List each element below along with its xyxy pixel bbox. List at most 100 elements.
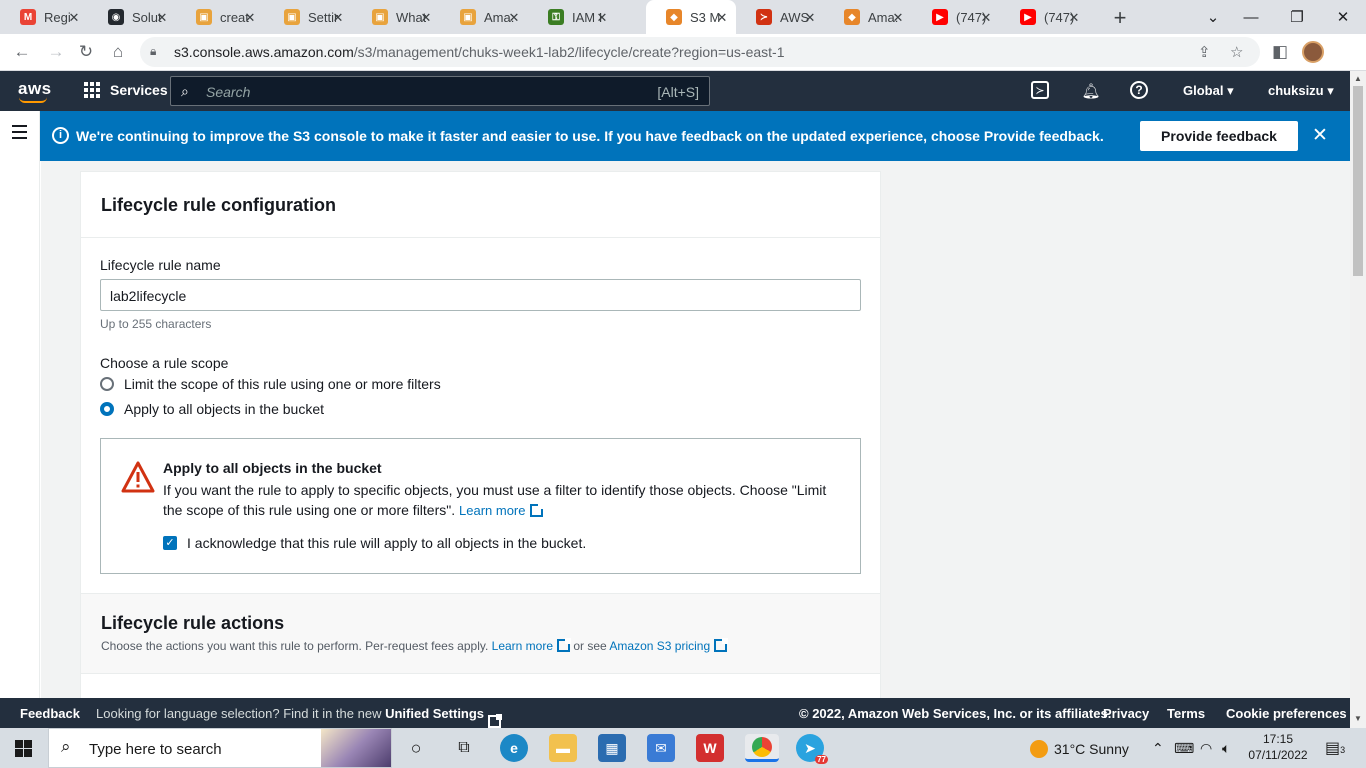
volume-icon[interactable]: 🔈︎ <box>1222 740 1230 757</box>
close-tab-icon[interactable]: ✕ <box>714 10 730 26</box>
cookie-preferences-link[interactable]: Cookie preferences <box>1226 706 1347 721</box>
acknowledge-checkbox[interactable]: ✓ <box>163 536 177 550</box>
weather-widget[interactable]: 31°C Sunny <box>1030 740 1129 758</box>
page-scrollbar[interactable]: ▲ ▼ <box>1350 71 1366 728</box>
home-icon[interactable]: ⌂ <box>106 40 130 64</box>
youtube-icon: ▶ <box>932 9 948 25</box>
browser-tab[interactable]: ▶ (747) ✕ <box>912 0 1000 34</box>
actions-learn-more-link[interactable]: Learn more <box>492 638 572 653</box>
system-clock[interactable]: 17:15 07/11/2022 <box>1246 731 1310 763</box>
close-tab-icon[interactable]: ✕ <box>66 10 82 26</box>
lifecycle-rule-actions-panel: Lifecycle rule actions Choose the action… <box>80 593 881 698</box>
wifi-icon[interactable]: ◠ <box>1200 740 1212 757</box>
browser-tab[interactable]: ▶ (747) ✕ <box>1000 0 1088 34</box>
mail-icon[interactable]: ✉ <box>647 734 675 762</box>
services-menu[interactable]: Services <box>84 82 168 98</box>
browser-tab[interactable]: ◉ Solut ✕ <box>88 0 176 34</box>
wps-office-icon[interactable]: W <box>696 734 724 762</box>
region-menu[interactable]: Global ▾ <box>1183 83 1234 99</box>
close-tab-icon[interactable]: ✕ <box>330 10 346 26</box>
search-icon: ⌕ <box>61 737 71 756</box>
unified-settings-link[interactable]: Unified Settings <box>385 706 484 721</box>
browser-tab[interactable]: ▣ Settir ✕ <box>264 0 352 34</box>
panel-title: Lifecycle rule configuration <box>101 195 337 215</box>
task-view-icon[interactable]: ⧉ <box>450 734 478 762</box>
console-footer: Feedback Looking for language selection?… <box>0 698 1350 728</box>
s3-pricing-link[interactable]: Amazon S3 pricing <box>609 638 729 653</box>
file-explorer-icon[interactable]: ▬ <box>549 734 577 762</box>
notification-center-icon[interactable]: ▤3 <box>1325 738 1345 758</box>
panel-header: Lifecycle rule configuration <box>81 172 880 238</box>
forward-icon[interactable]: → <box>44 40 68 64</box>
browser-tab[interactable]: ◆ Ama: ✕ <box>824 0 912 34</box>
new-tab-icon[interactable]: + <box>1110 5 1130 31</box>
alert-body: If you want the rule to apply to specifi… <box>163 480 843 521</box>
alert-learn-more-link[interactable]: Learn more <box>459 503 544 518</box>
scope-all-label[interactable]: Apply to all objects in the bucket <box>124 401 324 417</box>
sidepanel-icon[interactable]: ◧ <box>1268 40 1292 64</box>
browser-tab[interactable]: ≻ AWS ✕ <box>736 0 824 34</box>
address-bar[interactable]: 🔒︎ s3.console.aws.amazon.com/s3/manageme… <box>140 37 1260 67</box>
scrollbar-thumb[interactable] <box>1353 86 1363 276</box>
scroll-down-icon[interactable]: ▼ <box>1354 714 1362 723</box>
browser-tab[interactable]: ⚿ IAM I ✕ <box>528 0 616 34</box>
copyright: © 2022, Amazon Web Services, Inc. or its… <box>799 706 1112 721</box>
scope-filter-label[interactable]: Limit the scope of this rule using one o… <box>124 376 441 392</box>
browser-tab[interactable]: ▣ creat ✕ <box>176 0 264 34</box>
aws-logo[interactable]: aws <box>18 79 52 103</box>
reload-icon[interactable]: ↻ <box>74 40 98 64</box>
cortana-icon[interactable]: ○ <box>402 734 430 762</box>
browser-tab[interactable]: M Regi ✕ <box>0 0 88 34</box>
browser-tab[interactable]: ▣ Ama: ✕ <box>440 0 528 34</box>
footer-feedback-link[interactable]: Feedback <box>20 706 80 721</box>
close-tab-icon[interactable]: ✕ <box>242 10 258 26</box>
lifecycle-rule-configuration-panel: Lifecycle rule configuration Lifecycle r… <box>80 171 881 601</box>
search-input[interactable]: ⌕ Search [Alt+S] <box>170 76 710 106</box>
close-banner-icon[interactable]: ✕ <box>1312 124 1328 147</box>
rule-scope-label: Choose a rule scope <box>100 355 229 371</box>
taskbar-search-input[interactable]: ⌕ Type here to search <box>48 728 392 768</box>
close-tab-icon[interactable]: ✕ <box>890 10 906 26</box>
edge-icon[interactable]: e <box>500 734 528 762</box>
close-tab-icon[interactable]: ✕ <box>154 10 170 26</box>
bookmark-star-icon[interactable]: ☆ <box>1230 43 1243 61</box>
aws-box-icon: ◆ <box>844 9 860 25</box>
scroll-up-icon[interactable]: ▲ <box>1354 74 1362 83</box>
terms-link[interactable]: Terms <box>1167 706 1205 721</box>
privacy-link[interactable]: Privacy <box>1103 706 1149 721</box>
tray-chevron-icon[interactable]: ⌃ <box>1152 740 1164 757</box>
input-method-icon[interactable]: ⌨ <box>1174 740 1194 757</box>
actions-panel-header: Lifecycle rule actions Choose the action… <box>81 594 880 674</box>
help-icon[interactable]: ? <box>1130 81 1148 99</box>
rule-name-input[interactable]: lab2lifecycle <box>100 279 861 311</box>
cloudshell-icon[interactable]: ≻ <box>1031 81 1049 99</box>
scope-all-radio[interactable] <box>100 402 114 416</box>
close-tab-icon[interactable]: ✕ <box>418 10 434 26</box>
microsoft-store-icon[interactable]: ▦ <box>598 734 626 762</box>
back-icon[interactable]: ← <box>10 40 34 64</box>
close-tab-icon[interactable]: ✕ <box>594 10 610 26</box>
services-label: Services <box>110 82 168 98</box>
search-placeholder: Search <box>206 84 251 100</box>
browser-tab[interactable]: ▣ What ✕ <box>352 0 440 34</box>
provide-feedback-button[interactable]: Provide feedback <box>1140 121 1298 151</box>
telegram-icon[interactable]: ➤ 77 <box>796 734 828 764</box>
chrome-icon[interactable] <box>745 734 779 762</box>
close-tab-icon[interactable]: ✕ <box>978 10 994 26</box>
github-icon: ◉ <box>108 9 124 25</box>
close-window-icon[interactable]: ✕ <box>1320 0 1366 34</box>
account-menu[interactable]: chuksizu ▾ <box>1268 83 1334 99</box>
restore-icon[interactable]: ❐ <box>1274 0 1320 34</box>
profile-avatar[interactable] <box>1302 41 1324 63</box>
scope-filter-radio[interactable] <box>100 377 114 391</box>
close-tab-icon[interactable]: ✕ <box>1066 10 1082 26</box>
close-tab-icon[interactable]: ✕ <box>802 10 818 26</box>
notifications-bell-icon[interactable]: 🔔︎ <box>1081 81 1101 101</box>
hamburger-menu-icon[interactable] <box>12 125 27 143</box>
browser-tab[interactable]: ◆ S3 M ✕ <box>646 0 736 34</box>
share-icon[interactable]: ⇪ <box>1198 43 1211 61</box>
minimize-icon[interactable]: — <box>1228 0 1274 34</box>
acknowledge-label[interactable]: I acknowledge that this rule will apply … <box>187 535 586 551</box>
close-tab-icon[interactable]: ✕ <box>506 10 522 26</box>
windows-start-icon[interactable] <box>15 740 32 757</box>
